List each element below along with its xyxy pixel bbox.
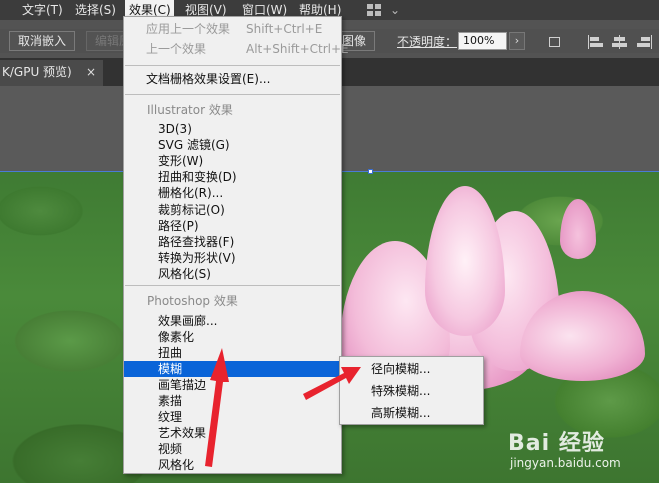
watermark-logo: Bai 经验 <box>508 431 605 456</box>
menu-item-warp[interactable]: 变形(W) <box>124 153 341 169</box>
blur-submenu: 径向模糊... 特殊模糊... 高斯模糊... <box>339 356 484 425</box>
photoshop-effects-header: Photoshop 效果 <box>147 294 238 308</box>
align-left-icon[interactable] <box>588 35 604 49</box>
menu-item-distort-transform[interactable]: 扭曲和变换(D) <box>124 169 341 185</box>
menu-item-convert-to-shape[interactable]: 转换为形状(V) <box>124 250 341 266</box>
menu-item-effect-gallery[interactable]: 效果画廊... <box>124 313 341 329</box>
menu-item-stylize-illustrator[interactable]: 风格化(S) <box>124 266 341 282</box>
menu-item-texture[interactable]: 纹理 <box>124 409 341 425</box>
menu-item-apply-last-effect[interactable]: 应用上一个效果 Shift+Ctrl+E <box>124 21 341 37</box>
submenu-item-radial-blur[interactable]: 径向模糊... <box>340 359 483 379</box>
menu-separator <box>125 285 340 286</box>
menu-item-artistic[interactable]: 艺术效果 <box>124 425 341 441</box>
cancel-embed-button[interactable]: 取消嵌入 <box>9 31 76 51</box>
menu-item-document-raster-settings[interactable]: 文档栅格效果设置(E)... <box>124 71 341 87</box>
menu-item-brush-strokes[interactable]: 画笔描边 <box>124 377 341 393</box>
menu-item-rasterize[interactable]: 栅格化(R)... <box>124 185 341 201</box>
menu-separator <box>125 65 340 66</box>
menu-item-last-effect[interactable]: 上一个效果 Alt+Shift+Ctrl+E <box>124 41 349 57</box>
opacity-input[interactable]: 100% <box>458 32 507 50</box>
submenu-item-gaussian-blur[interactable]: 高斯模糊... <box>340 403 483 423</box>
menu-item-pixelate[interactable]: 像素化 <box>124 329 341 345</box>
transform-icon[interactable] <box>549 35 565 49</box>
opacity-arrow-button[interactable]: › <box>509 32 525 50</box>
menu-type[interactable]: 文字(T) <box>18 0 67 20</box>
document-tab-label: K/GPU 预览) <box>2 65 72 79</box>
selection-handle[interactable] <box>368 169 373 174</box>
document-tab[interactable]: K/GPU 预览) × <box>0 60 103 86</box>
align-right-icon[interactable] <box>637 35 653 49</box>
menu-item-3d[interactable]: 3D(3) <box>124 121 341 137</box>
effect-menu-dropdown: 应用上一个效果 Shift+Ctrl+E 上一个效果 Alt+Shift+Ctr… <box>123 16 349 474</box>
submenu-item-smart-blur[interactable]: 特殊模糊... <box>340 381 483 401</box>
menu-item-distort[interactable]: 扭曲 <box>124 345 341 361</box>
menu-item-blur[interactable]: 模糊 <box>124 361 341 377</box>
menu-item-stylize-photoshop[interactable]: 风格化 <box>124 457 341 473</box>
workspace-chevron-down-icon[interactable]: ⌄ <box>386 0 404 20</box>
align-center-icon[interactable] <box>612 35 628 49</box>
opacity-label: 不透明度： <box>397 35 458 49</box>
menu-item-sketch[interactable]: 素描 <box>124 393 341 409</box>
menu-item-video[interactable]: 视频 <box>124 441 341 457</box>
menu-separator <box>125 94 340 95</box>
baidu-jingyan-watermark: Bai 经验 jingyan.baidu.com <box>508 425 656 481</box>
menu-item-path[interactable]: 路径(P) <box>124 218 341 234</box>
menu-item-crop-marks[interactable]: 裁剪标记(O) <box>124 202 341 218</box>
watermark-url: jingyan.baidu.com <box>510 456 621 470</box>
menu-select[interactable]: 选择(S) <box>71 0 120 20</box>
illustrator-effects-header: Illustrator 效果 <box>147 103 233 117</box>
tab-close-icon[interactable]: × <box>86 60 96 84</box>
menu-item-svg-filter[interactable]: SVG 滤镜(G) <box>124 137 341 153</box>
menu-item-pathfinder[interactable]: 路径查找器(F) <box>124 234 341 250</box>
workspace-grid-icon[interactable] <box>367 4 381 16</box>
